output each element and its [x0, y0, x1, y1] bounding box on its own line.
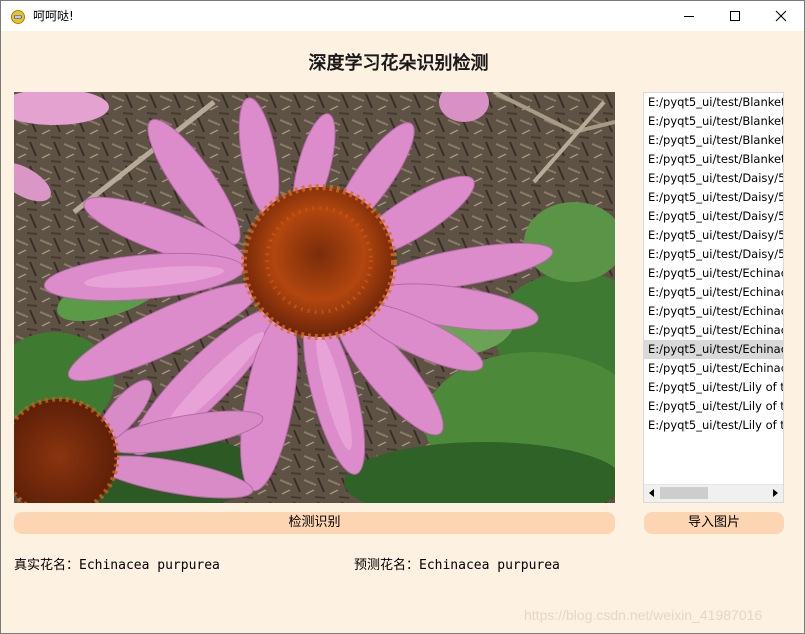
maximize-icon [730, 11, 740, 21]
import-image-button[interactable]: 导入图片 [644, 512, 784, 534]
true-name-label: 真实花名：Echinacea purpurea [14, 558, 220, 573]
title-bar[interactable]: 呵呵哒! [1, 1, 804, 31]
list-item[interactable]: E:/pyqt5_ui/test/Echinac [644, 359, 783, 378]
list-item[interactable]: E:/pyqt5_ui/test/Daisy/5 [644, 207, 783, 226]
list-item[interactable]: E:/pyqt5_ui/test/Blanket [644, 93, 783, 112]
list-item[interactable]: E:/pyqt5_ui/test/Lily of th [644, 416, 783, 435]
minimize-icon [684, 16, 694, 17]
close-icon [775, 10, 787, 22]
list-item[interactable]: E:/pyqt5_ui/test/Blanket [644, 112, 783, 131]
list-item[interactable]: E:/pyqt5_ui/test/Echinac [644, 264, 783, 283]
list-item[interactable]: E:/pyqt5_ui/test/Echinac [644, 321, 783, 340]
scroll-right-button[interactable] [768, 486, 782, 500]
app-icon [11, 9, 25, 24]
scrollbar-thumb[interactable] [660, 487, 708, 499]
list-item[interactable]: E:/pyqt5_ui/test/Echinac [644, 283, 783, 302]
horizontal-scrollbar[interactable] [644, 484, 783, 502]
predicted-name-label: 预测花名：Echinacea purpurea [354, 558, 560, 573]
list-item[interactable]: E:/pyqt5_ui/test/Daisy/5 [644, 188, 783, 207]
window-title: 呵呵哒! [33, 9, 74, 23]
close-button[interactable] [758, 1, 804, 31]
page-title: 深度学习花朵识别检测 [308, 53, 489, 74]
list-item[interactable]: E:/pyqt5_ui/test/Echinac [644, 302, 783, 321]
maximize-button[interactable] [712, 1, 758, 31]
file-list-items: E:/pyqt5_ui/test/Blanket E:/pyqt5_ui/tes… [644, 93, 783, 435]
list-item[interactable]: E:/pyqt5_ui/test/Lily of th [644, 378, 783, 397]
minimize-button[interactable] [666, 1, 712, 31]
detect-button[interactable]: 检测识别 [14, 512, 615, 534]
list-item[interactable]: E:/pyqt5_ui/test/Echinac [644, 340, 783, 359]
list-item[interactable]: E:/pyqt5_ui/test/Daisy/5 [644, 169, 783, 188]
scroll-left-button[interactable] [645, 486, 659, 500]
list-item[interactable]: E:/pyqt5_ui/test/Daisy/5 [644, 226, 783, 245]
watermark: https://blog.csdn.net/weixin_41987016 [524, 607, 763, 623]
list-item[interactable]: E:/pyqt5_ui/test/Daisy/5 [644, 245, 783, 264]
list-item[interactable]: E:/pyqt5_ui/test/Blanket [644, 150, 783, 169]
list-item[interactable]: E:/pyqt5_ui/test/Lily of th [644, 397, 783, 416]
flower-image [14, 92, 615, 503]
file-list[interactable]: E:/pyqt5_ui/test/Blanket E:/pyqt5_ui/tes… [643, 92, 784, 503]
app-window: 呵呵哒! 深度学习花朵识别检测 E:/pyqt5_ui/test/Blanket… [0, 0, 805, 634]
scroll-right-icon [773, 489, 778, 497]
list-item[interactable]: E:/pyqt5_ui/test/Blanket [644, 131, 783, 150]
scroll-left-icon [649, 489, 654, 497]
